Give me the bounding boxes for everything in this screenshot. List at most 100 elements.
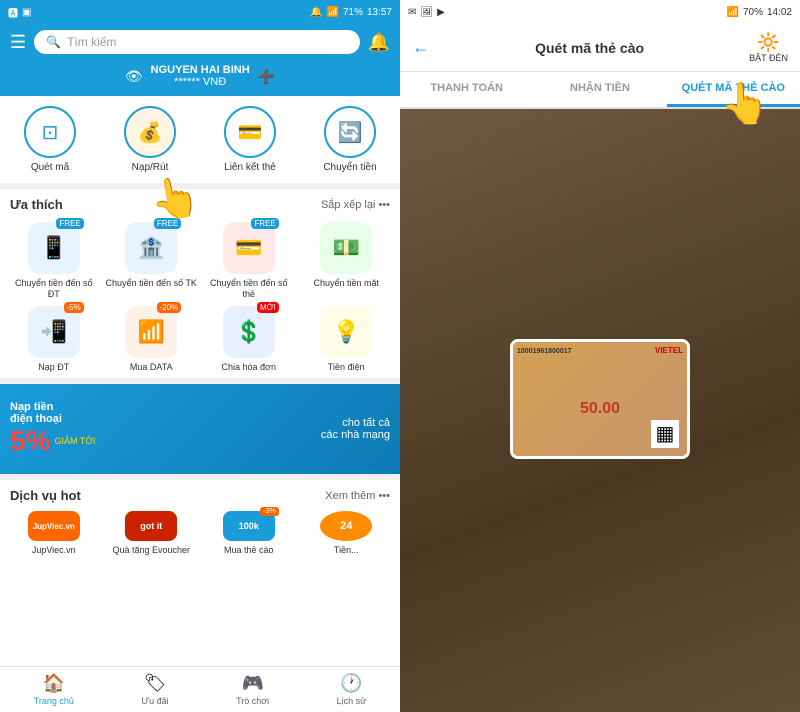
- status-bar-right: ✉ 🖼 ▶ 📶 70% 14:02: [400, 0, 800, 24]
- fav-icon-nap: 📲 -5%: [28, 306, 80, 358]
- fav-badge-nap: -5%: [64, 302, 84, 313]
- nav-offers[interactable]: 🏷 Ưu đãi: [141, 673, 168, 706]
- fav-chuyen-tien-dt[interactable]: 📱 FREE Chuyển tiền đến số ĐT: [8, 222, 100, 300]
- banner-top-text: Nạp tiền: [10, 401, 200, 413]
- banner-percent-row: 5% GIẢM TỚI: [10, 425, 200, 457]
- nav-home[interactable]: 🏠 Trang chủ: [34, 673, 74, 706]
- nap-rut-label: Nạp/Rút: [132, 162, 169, 173]
- fav-nap-dt[interactable]: 📲 -5% Nạp ĐT: [8, 306, 100, 373]
- fav-chuyen-tien-the[interactable]: 💳 FREE Chuyển tiền đến số thẻ: [203, 222, 295, 300]
- nav-games-label: Trò chơi: [236, 696, 269, 706]
- games-icon: 🎮: [241, 673, 263, 694]
- quick-actions: ⊡ Quét mã 💰 Nạp/Rút 💳 Liên kết thẻ 🔄 Chu…: [0, 96, 400, 183]
- search-icon: 🔍: [46, 35, 61, 49]
- hot-tien[interactable]: 24 Tiền...: [301, 511, 393, 555]
- fav-chuyen-tien-mat[interactable]: 💵 Chuyển tiền mặt: [301, 222, 393, 300]
- bottom-nav: 🏠 Trang chủ 🏷 Ưu đãi 🎮 Trò chơi 🕐 Lịch s…: [0, 666, 400, 712]
- fav-label-hoa-don: Chia hóa đơn: [222, 362, 276, 373]
- account-info: NGUYEN HAI BINH ****** VNĐ: [151, 64, 250, 88]
- msg-icon: ✉: [408, 7, 416, 18]
- offers-icon: 🏷: [144, 673, 167, 694]
- fav-badge-dt: FREE: [56, 218, 83, 229]
- hot-header: Dịch vụ hot Xem thêm •••: [0, 480, 400, 507]
- eye-icon[interactable]: 👁: [125, 68, 143, 85]
- hot-icon-thecao-wrap: 100k -3%: [223, 511, 275, 541]
- right-top-bar: ← Quét mã thẻ cào 🔆 BẬT ĐÈN: [400, 24, 800, 72]
- lamp-area[interactable]: 🔆 BẬT ĐÈN: [749, 32, 788, 63]
- hot-the-cao[interactable]: 100k -3% Mua thẻ cào: [203, 511, 295, 555]
- hot-label-gotit: Quà tặng Evoucher: [112, 545, 190, 555]
- home-icon: 🏠: [43, 673, 65, 694]
- battery-left: 71%: [343, 7, 363, 18]
- fav-tien-dien[interactable]: 💡 Tiền điện: [301, 306, 393, 373]
- hot-icon-tien: 24: [320, 511, 372, 541]
- action-qr[interactable]: ⊡ Quét mã: [10, 106, 90, 173]
- banner-right-text: cho tất cảcác nhà mạng: [200, 417, 390, 441]
- lien-ket-circle: 💳: [224, 106, 276, 158]
- tab-scan[interactable]: QUÉT MÃ THẺ CÀO: [667, 72, 800, 107]
- status-right-right: 📶 70% 14:02: [727, 7, 793, 18]
- banner-percent: 5%: [10, 425, 50, 457]
- status-right-left: 🔔 📶 71% 13:57: [310, 7, 392, 18]
- alarm-icon: 🔔: [310, 7, 322, 18]
- hot-icon-jupviec: JupViec.vn: [28, 511, 80, 541]
- action-chuyen-tien[interactable]: 🔄 Chuyển tiền: [310, 106, 390, 173]
- hamburger-icon[interactable]: ☰: [10, 32, 26, 53]
- fav-label-dt: Chuyển tiền đến số ĐT: [8, 278, 100, 300]
- chuyen-tien-label: Chuyển tiền: [323, 162, 376, 173]
- history-icon: 🕐: [340, 673, 362, 694]
- hot-services: Dịch vụ hot Xem thêm ••• JupViec.vn JupV…: [0, 480, 400, 666]
- qr-label: Quét mã: [31, 162, 69, 173]
- action-lien-ket[interactable]: 💳 Liên kết thẻ: [210, 106, 290, 173]
- fav-label-the: Chuyển tiền đến số thẻ: [203, 278, 295, 300]
- scan-frame: 10001961800017 VIETEL 50.00 ▦: [510, 339, 690, 459]
- search-box[interactable]: 🔍 Tìm kiếm: [34, 30, 359, 54]
- favorites-action[interactable]: Sắp xếp lại •••: [321, 199, 390, 211]
- favorites-header: Ưa thích Sắp xếp lại •••: [0, 189, 400, 216]
- nav-history[interactable]: 🕐 Lịch sử: [337, 673, 367, 706]
- add-account-icon[interactable]: ➕: [258, 68, 275, 85]
- fav-mua-data[interactable]: 📶 -20% Mua DATA: [106, 306, 198, 373]
- fav-icon-dien: 💡: [320, 306, 372, 358]
- fav-icon-the: 💳 FREE: [223, 222, 275, 274]
- card-number: 10001961800017: [517, 348, 572, 355]
- bell-icon[interactable]: 🔔: [368, 32, 390, 53]
- qr-circle: ⊡: [24, 106, 76, 158]
- action-nap-rut[interactable]: 💰 Nạp/Rút: [110, 106, 190, 173]
- hot-badge-thecao: -3%: [260, 507, 278, 516]
- nav-games[interactable]: 🎮 Trò chơi: [236, 673, 269, 706]
- banner-giamtoi: GIẢM TỚI: [54, 436, 95, 446]
- lamp-icon: 🔆: [757, 32, 779, 53]
- account-bar: 👁 NGUYEN HAI BINH ****** VNĐ ➕: [0, 60, 400, 96]
- fav-chia-hoa-don[interactable]: 💲 MỚI Chia hóa đơn: [203, 306, 295, 373]
- tabs-bar: THANH TOÁN NHẬN TIỀN QUÉT MÃ THẺ CÀO: [400, 72, 800, 109]
- nap-rut-circle: 💰: [124, 106, 176, 158]
- fav-label-mat: Chuyển tiền mặt: [313, 278, 379, 289]
- fav-icon-dt: 📱 FREE: [28, 222, 80, 274]
- fav-icon-tk: 🏦 FREE: [125, 222, 177, 274]
- back-button[interactable]: ←: [412, 37, 430, 58]
- fav-badge-the: FREE: [251, 218, 278, 229]
- hot-label-thecao: Mua thẻ cào: [224, 545, 274, 555]
- fav-icon-hoa-don: 💲 MỚI: [223, 306, 275, 358]
- hot-action[interactable]: Xem thêm •••: [325, 490, 390, 502]
- card-qr: ▦: [651, 420, 679, 448]
- search-placeholder: Tìm kiếm: [67, 35, 116, 49]
- fav-label-data: Mua DATA: [130, 362, 173, 373]
- camera-view: 10001961800017 VIETEL 50.00 ▦ Quét thẻ c…: [400, 109, 800, 712]
- lamp-label: BẬT ĐÈN: [749, 53, 788, 63]
- account-name: NGUYEN HAI BINH: [151, 64, 250, 76]
- banner-top-text2: điện thoại: [10, 413, 200, 425]
- nav-home-label: Trang chủ: [34, 696, 74, 706]
- fav-label-nap: Nạp ĐT: [38, 362, 69, 373]
- fav-chuyen-tien-tk[interactable]: 🏦 FREE Chuyển tiền đến số TK: [106, 222, 198, 300]
- fav-badge-moi: MỚI: [257, 302, 279, 313]
- hot-icon-gotit: got it: [125, 511, 177, 541]
- tab-receive[interactable]: NHẬN TIỀN: [533, 72, 666, 107]
- hot-gotit[interactable]: got it Quà tặng Evoucher: [106, 511, 198, 555]
- play-icon: ▶: [437, 7, 445, 18]
- hot-jupviec[interactable]: JupViec.vn JupViec.vn: [8, 511, 100, 555]
- wifi-icon-right: 📶: [727, 7, 739, 18]
- tab-payment[interactable]: THANH TOÁN: [400, 72, 533, 107]
- wifi-icon: 📶: [327, 7, 339, 18]
